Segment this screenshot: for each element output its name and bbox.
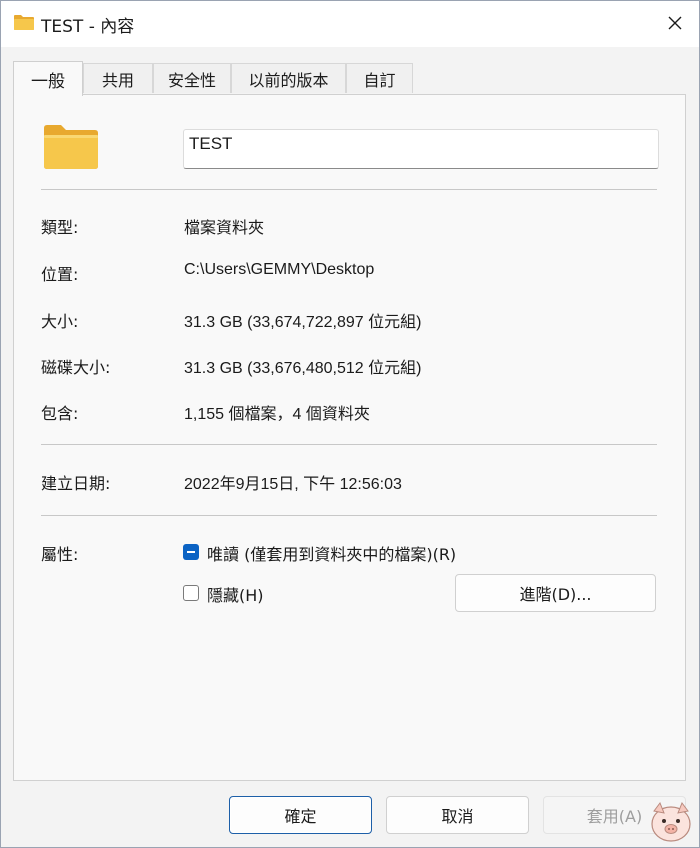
tab-previous-versions[interactable]: 以前的版本 xyxy=(231,63,346,93)
advanced-button[interactable]: 進階(D)... xyxy=(455,574,656,612)
divider xyxy=(41,189,657,190)
tab-general[interactable]: 一般 xyxy=(13,61,83,96)
readonly-checkbox[interactable] xyxy=(183,544,199,560)
contains-label: 包含: xyxy=(41,404,79,423)
size-on-disk-label: 磁碟大小: xyxy=(41,358,111,377)
hidden-checkbox[interactable] xyxy=(183,585,199,601)
size-label: 大小: xyxy=(41,312,79,331)
tab-sharing[interactable]: 共用 xyxy=(83,63,153,93)
attributes-label: 屬性: xyxy=(41,545,79,564)
created-value: 2022年9月15日, 下午 12:56:03 xyxy=(184,476,402,493)
close-icon xyxy=(668,16,682,30)
created-label: 建立日期: xyxy=(41,474,111,493)
folder-icon xyxy=(14,15,34,30)
contains-value: 1,155 個檔案，4 個資料夾 xyxy=(184,406,370,423)
size-value: 31.3 GB (33,674,722,897 位元組) xyxy=(184,314,422,331)
folder-name-input[interactable]: TEST xyxy=(183,129,659,169)
divider xyxy=(41,515,657,516)
ok-button[interactable]: 確定 xyxy=(229,796,372,834)
hidden-label[interactable]: 隱藏(H) xyxy=(207,582,264,606)
divider xyxy=(41,444,657,445)
tab-customize[interactable]: 自訂 xyxy=(346,63,413,93)
readonly-label[interactable]: 唯讀 (僅套用到資料夾中的檔案)(R) xyxy=(207,541,456,565)
location-label: 位置: xyxy=(41,265,79,284)
properties-dialog: TEST - 內容 一般 共用 安全性 以前的版本 自訂 TEST 類型: 檔案… xyxy=(0,0,700,848)
type-value: 檔案資料夾 xyxy=(184,220,265,237)
general-panel xyxy=(13,94,686,781)
type-label: 類型: xyxy=(41,218,79,237)
size-on-disk-value: 31.3 GB (33,676,480,512 位元組) xyxy=(184,360,422,377)
tab-security[interactable]: 安全性 xyxy=(153,63,231,93)
title-bar: TEST - 內容 xyxy=(1,1,699,47)
close-button[interactable] xyxy=(651,1,699,45)
folder-large-icon xyxy=(44,125,98,169)
location-value: C:\Users\GEMMY\Desktop xyxy=(184,261,375,278)
pig-mascot-watermark xyxy=(651,801,691,842)
window-title: TEST - 內容 xyxy=(41,17,135,37)
cancel-button[interactable]: 取消 xyxy=(386,796,529,834)
